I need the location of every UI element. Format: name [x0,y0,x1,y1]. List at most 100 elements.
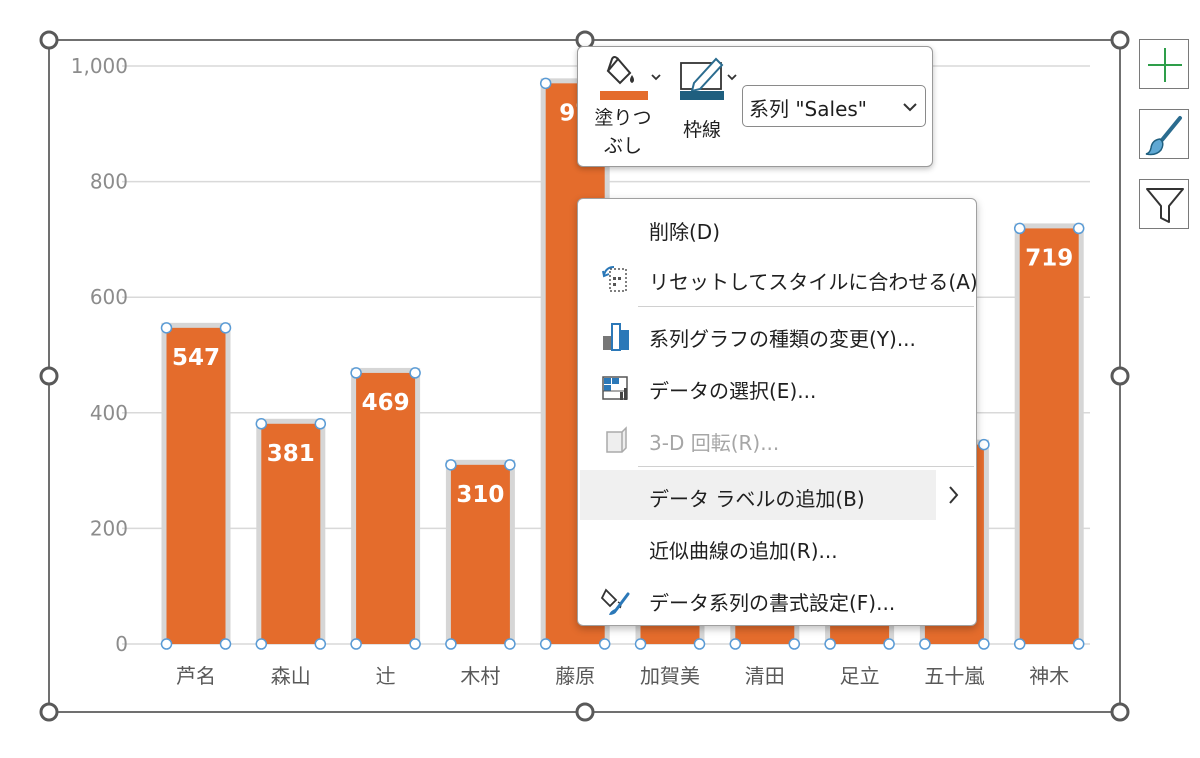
bar-selection-handle[interactable] [350,367,362,379]
resize-handle[interactable] [1110,366,1130,386]
outline-button[interactable]: 枠線 [672,47,742,168]
series-select-value: 系列 "Sales" [749,97,867,121]
plus-icon [1148,48,1182,82]
outline-label: 枠線 [682,119,721,141]
resize-handle[interactable] [39,366,59,386]
menu-item-label: データ ラベルの追加(B) [649,487,865,511]
brush-icon [1145,116,1182,156]
bar[interactable] [166,327,226,644]
fill-label-2: ぶし [603,135,642,157]
bar-selection-handle[interactable] [883,638,895,650]
chevron-down-icon [903,103,917,112]
resize-handle[interactable] [575,702,595,722]
bar-selection-handle[interactable] [314,638,327,650]
menu-item-label: 3-D 回転(R)... [649,431,780,455]
bar-selection-handle[interactable] [693,638,706,650]
menu-item-add-data-labels[interactable]: データ ラベルの追加(B) [580,470,936,520]
data-label: 381 [267,441,315,467]
data-label: 547 [172,345,220,371]
bar-selection-handle[interactable] [978,638,990,650]
resize-handle[interactable] [39,702,59,722]
reset-style-icon [602,266,627,292]
bar-selection-handle[interactable] [598,638,611,650]
bar-selection-handle[interactable] [539,77,552,90]
fill-bucket-icon [600,56,661,100]
menu-item-label: 削除(D) [649,220,721,244]
resize-handle[interactable] [1110,30,1130,50]
bar-selection-handle[interactable] [255,638,268,650]
x-axis-labels: 芦名 森山 辻 木村 藤原 加賀美 清田 足立 五十嵐 神木 [176,664,1069,688]
bar-selection-handle[interactable] [160,322,173,334]
menu-separator [638,466,974,467]
menu-item-label: 近似曲線の追加(R)... [649,539,838,563]
bar-selection-handle[interactable] [729,638,742,650]
menu-item-label: データ系列の書式設定(F)... [649,591,896,615]
3d-rotation-icon [606,426,627,453]
format-series-icon [600,588,630,615]
bar-selection-handle[interactable] [350,638,362,650]
context-menu: 削除(D) リセットしてスタイルに合わせる(A) 系列グラフの種類の変更(Y).… [577,198,978,626]
bar-selection-handle[interactable] [255,418,268,430]
chevron-right-icon [949,486,959,504]
bar-selection-handle[interactable] [919,638,931,650]
resize-handle[interactable] [39,30,59,50]
x-tick-label: 藤原 [555,664,595,688]
data-label: 310 [456,482,504,508]
chart-elements-button[interactable] [1139,39,1189,89]
y-tick-label: 800 [90,170,128,194]
bar-selection-handle[interactable] [504,459,516,471]
select-data-icon [602,376,628,400]
mini-toolbar: 塗りつ ぶし 枠線 系列 "Sales" [577,46,933,167]
x-tick-label: 森山 [271,664,311,688]
x-tick-label: 五十嵐 [924,664,984,688]
resize-handle[interactable] [1110,702,1130,722]
bar-selection-handle[interactable] [160,638,173,650]
x-tick-label: 神木 [1029,664,1069,688]
y-tick-label: 200 [90,516,128,540]
menu-item-reset-style[interactable]: リセットしてスタイルに合わせる(A) [580,253,978,303]
bar-selection-handle[interactable] [409,638,421,650]
menu-item-select-data[interactable]: データの選択(E)... [580,362,974,412]
change-chart-type-icon [603,323,629,351]
y-tick-label: 400 [90,401,128,425]
bar-selection-handle[interactable] [1013,638,1026,650]
bar-selection-handle[interactable] [978,438,990,451]
bar[interactable] [1019,228,1079,644]
menu-item-format-series[interactable]: データ系列の書式設定(F)... [580,574,974,624]
bar-selection-handle[interactable] [445,638,457,650]
x-tick-label: 木村 [460,664,500,688]
bar-selection-handle[interactable] [539,638,552,650]
bar-selection-handle[interactable] [504,638,516,650]
menu-item-change-chart-type[interactable]: 系列グラフの種類の変更(Y)... [580,310,974,360]
y-tick-label: 0 [115,632,128,656]
bar-selection-handle[interactable] [314,418,327,430]
bar-selection-handle[interactable] [219,322,232,334]
chart-styles-button[interactable] [1139,109,1189,159]
menu-item-label: データの選択(E)... [649,379,817,403]
series-select[interactable]: 系列 "Sales" [742,85,926,127]
bar-selection-handle[interactable] [409,367,421,379]
menu-separator [638,306,974,307]
bar-selection-handle[interactable] [788,638,801,650]
y-tick-label: 600 [90,285,128,309]
funnel-icon [1146,188,1184,223]
y-axis-labels: 0 200 400 600 800 1,000 [71,54,128,656]
bar-selection-handle[interactable] [824,638,836,650]
data-label: 469 [362,390,410,416]
x-tick-label: 足立 [840,664,880,688]
chart-filters-button[interactable] [1139,179,1189,229]
bar-selection-handle[interactable] [445,459,457,471]
x-tick-label: 芦名 [176,664,216,688]
bar-selection-handle[interactable] [1072,222,1085,235]
x-tick-label: 清田 [745,664,785,688]
fill-label-1: 塗りつ [594,107,652,129]
menu-item-add-trendline[interactable]: 近似曲線の追加(R)... [580,522,974,572]
menu-item-delete[interactable]: 削除(D) [580,203,974,253]
bar-selection-handle[interactable] [1072,638,1085,650]
bar-selection-handle[interactable] [1013,222,1026,235]
fill-button[interactable]: 塗りつ ぶし [586,47,666,168]
data-label: 719 [1025,245,1073,271]
bar-selection-handle[interactable] [219,638,232,650]
y-tick-label: 1,000 [71,54,128,78]
bar-selection-handle[interactable] [634,638,647,650]
